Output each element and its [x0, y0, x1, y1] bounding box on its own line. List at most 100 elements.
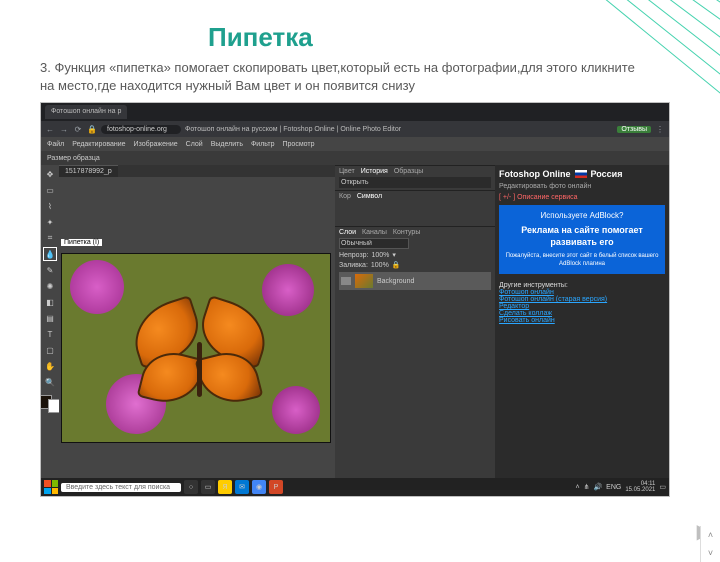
- butterfly-body: [197, 342, 202, 397]
- link-photoshop-old[interactable]: Фотошоп онлайн (старая версия): [499, 296, 665, 303]
- menu-icon[interactable]: ⋮: [655, 124, 665, 134]
- document-tab[interactable]: 1517878992_p: [59, 165, 118, 177]
- lock-icon[interactable]: 🔒: [392, 261, 401, 269]
- hand-tool-icon[interactable]: ✋: [43, 359, 57, 373]
- tab-channels[interactable]: Каналы: [362, 229, 387, 236]
- history-panel: Цвет История Образцы Открыть: [335, 165, 495, 190]
- toolbox: ✥ ▭ ⌇ ✦ ⌗ 💧 ✎ ✺ ◧ ▤ T ▢ ✋ 🔍: [41, 165, 59, 478]
- menu-file[interactable]: Файл: [47, 141, 64, 148]
- taskbar-search[interactable]: Введите здесь текст для поиска: [61, 483, 181, 492]
- reviews-badge[interactable]: Отзывы: [617, 126, 651, 133]
- flag-icon: [575, 170, 587, 178]
- menu-edit[interactable]: Редактирование: [72, 141, 125, 148]
- site-brand: Fotoshop Online Россия: [499, 169, 665, 179]
- chevron-down-icon[interactable]: ▾: [392, 251, 396, 259]
- slide-description: 3. Функция «пипетка» помогает скопироват…: [40, 59, 640, 94]
- text-tool-icon[interactable]: T: [43, 327, 57, 341]
- tab-swatches[interactable]: Образцы: [394, 168, 423, 175]
- eraser-tool-icon[interactable]: ◧: [43, 295, 57, 309]
- forward-icon[interactable]: →: [59, 124, 69, 134]
- wifi-icon[interactable]: ⋔: [584, 483, 590, 491]
- tab-color[interactable]: Цвет: [339, 168, 355, 175]
- mail-icon[interactable]: ✉: [235, 480, 249, 494]
- brand-text: Fotoshop Online: [499, 169, 571, 179]
- flower-shape: [272, 386, 320, 434]
- clock[interactable]: 04:11 15.05.2021: [625, 481, 655, 493]
- lasso-tool-icon[interactable]: ⌇: [43, 199, 57, 213]
- link-editor[interactable]: Редактор: [499, 303, 665, 310]
- reload-icon[interactable]: ⟳: [73, 124, 83, 134]
- opacity-value[interactable]: 100%: [372, 252, 390, 259]
- windows-taskbar: Введите здесь текст для поиска ○ ▭ Я ✉ ◉…: [41, 478, 669, 496]
- powerpoint-icon[interactable]: P: [269, 480, 283, 494]
- tool-tooltip: Пипетка (I): [61, 239, 102, 246]
- link-draw[interactable]: Рисовать онлайн: [499, 317, 665, 324]
- move-tool-icon[interactable]: ✥: [43, 167, 57, 181]
- tab-layers[interactable]: Слои: [339, 229, 356, 236]
- app-menubar: Файл Редактирование Изображение Слой Выд…: [41, 137, 669, 151]
- page-title: Фотошоп онлайн на русском | Fotoshop Onl…: [185, 126, 613, 133]
- taskview-icon[interactable]: ▭: [201, 480, 215, 494]
- volume-icon[interactable]: 🔊: [593, 483, 602, 491]
- scroll-down-icon[interactable]: ˅: [701, 544, 720, 562]
- brush-tool-icon[interactable]: ✎: [43, 263, 57, 277]
- blend-mode-select[interactable]: [339, 238, 409, 249]
- browser-tab[interactable]: Фотошоп онлайн на р: [45, 105, 127, 119]
- clone-tool-icon[interactable]: ✺: [43, 279, 57, 293]
- menu-select[interactable]: Выделить: [211, 141, 243, 148]
- browser-toolbar: ← → ⟳ 🔒 fotoshop-online.org Фотошоп онла…: [41, 121, 669, 137]
- menu-layer[interactable]: Слой: [186, 141, 203, 148]
- ad-headline: Реклама на сайте помогает развивать его: [505, 225, 659, 248]
- history-item[interactable]: Открыть: [339, 177, 491, 188]
- gradient-tool-icon[interactable]: ▤: [43, 311, 57, 325]
- doc-tabstrip: 1517878992_p: [59, 165, 335, 177]
- site-sidebar: Fotoshop Online Россия Редактировать фот…: [495, 165, 669, 478]
- marquee-tool-icon[interactable]: ▭: [43, 183, 57, 197]
- opacity-label: Непрозр:: [339, 252, 369, 259]
- fill-label: Заливка:: [339, 262, 368, 269]
- layers-panel: Слои Каналы Контуры Непрозр: 100% ▾ Зали…: [335, 226, 495, 292]
- flag-label: Россия: [591, 169, 623, 179]
- zoom-tool-icon[interactable]: 🔍: [43, 375, 57, 389]
- layer-row[interactable]: Background: [339, 272, 491, 290]
- options-label: Размер образца: [47, 155, 100, 162]
- url-field[interactable]: fotoshop-online.org: [101, 125, 181, 134]
- toggle-description[interactable]: [ +/- ] Описание сервиса: [499, 194, 665, 201]
- tray-up-icon[interactable]: ˄: [575, 484, 579, 491]
- flower-shape: [262, 264, 314, 316]
- layer-name[interactable]: Background: [377, 278, 414, 285]
- eyedropper-tool-icon[interactable]: 💧: [43, 247, 57, 261]
- back-icon[interactable]: ←: [45, 124, 55, 134]
- cortana-icon[interactable]: ○: [184, 480, 198, 494]
- notifications-icon[interactable]: ▭: [659, 483, 666, 491]
- tab-paths[interactable]: Контуры: [393, 229, 420, 236]
- image-canvas[interactable]: [61, 253, 331, 443]
- visibility-icon[interactable]: [341, 277, 351, 285]
- shape-tool-icon[interactable]: ▢: [43, 343, 57, 357]
- canvas-area[interactable]: Пипетка (I): [59, 177, 335, 478]
- ad-subtext: Пожалуйста, внесите этот сайт в белый сп…: [505, 253, 659, 269]
- workspace: ✥ ▭ ⌇ ✦ ⌗ 💧 ✎ ✺ ◧ ▤ T ▢ ✋ 🔍 1517878992_p: [41, 165, 669, 478]
- tab-character[interactable]: Символ: [357, 193, 382, 200]
- menu-filter[interactable]: Фильтр: [251, 141, 275, 148]
- yandex-icon[interactable]: Я: [218, 480, 232, 494]
- ad-question: Используете AdBlock?: [505, 211, 659, 221]
- menu-view[interactable]: Просмотр: [283, 141, 315, 148]
- fill-value[interactable]: 100%: [371, 262, 389, 269]
- brand-subtitle: Редактировать фото онлайн: [499, 183, 665, 190]
- char-panel: Кор Символ: [335, 190, 495, 226]
- lang-indicator[interactable]: ENG: [606, 484, 621, 491]
- tab-history[interactable]: История: [361, 168, 388, 175]
- chrome-icon[interactable]: ◉: [252, 480, 266, 494]
- start-button[interactable]: [44, 480, 58, 494]
- scroll-up-icon[interactable]: ˄: [701, 526, 720, 544]
- system-tray: ˄ ⋔ 🔊 ENG 04:11 15.05.2021 ▭: [575, 481, 666, 493]
- menu-image[interactable]: Изображение: [134, 141, 178, 148]
- adblock-banner: Используете AdBlock? Реклама на сайте по…: [499, 205, 665, 274]
- wand-tool-icon[interactable]: ✦: [43, 215, 57, 229]
- tab-adjust[interactable]: Кор: [339, 193, 351, 200]
- crop-tool-icon[interactable]: ⌗: [43, 231, 57, 245]
- lock-icon: 🔒: [87, 124, 97, 134]
- right-panels: Цвет История Образцы Открыть Кор Символ …: [335, 165, 495, 478]
- options-bar: Размер образца: [41, 151, 669, 165]
